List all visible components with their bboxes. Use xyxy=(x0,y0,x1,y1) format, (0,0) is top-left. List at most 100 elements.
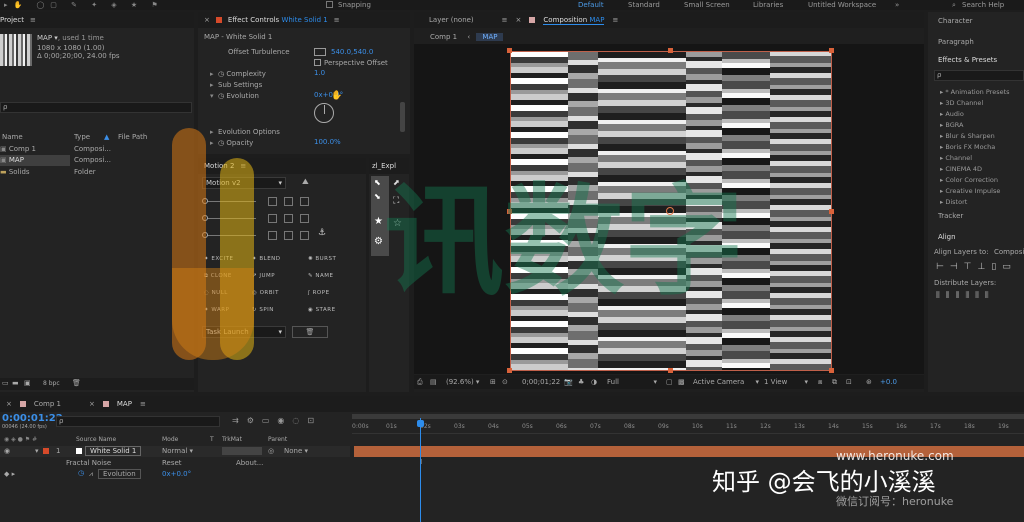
pickwhip-icon[interactable]: ◎ xyxy=(268,447,274,455)
layer-mode-dropdown[interactable]: Normal ▾ xyxy=(162,447,193,455)
fx-category[interactable]: ▸ Boris FX Mocha xyxy=(940,143,995,151)
breadcrumb-comp1[interactable]: Comp 1 xyxy=(430,33,457,41)
burst-button[interactable]: ✺ BURST xyxy=(308,256,336,262)
fx-category[interactable]: ▸ Color Correction xyxy=(940,176,998,184)
panel-menu-icon[interactable]: ≡ xyxy=(140,400,146,408)
stopwatch-icon[interactable]: ◷ xyxy=(218,70,224,78)
about-link[interactable]: About... xyxy=(236,459,263,467)
new-folder-icon[interactable]: ▬ xyxy=(12,379,19,387)
bpc-button[interactable]: 8 bpc xyxy=(43,380,60,387)
reset-exposure-icon[interactable]: ⊛ xyxy=(866,375,872,389)
anchor-center[interactable] xyxy=(284,214,293,223)
fx-category[interactable]: ▸ Audio xyxy=(940,110,964,118)
fx-category[interactable]: ▸ Blur & Sharpen xyxy=(940,132,995,140)
view-options-icon[interactable]: ⧈ xyxy=(818,375,822,389)
timeline-search-input[interactable]: ρ xyxy=(56,416,220,427)
opacity-value[interactable]: 100.0% xyxy=(314,138,341,146)
project-tab[interactable]: Project xyxy=(0,16,24,24)
keyframe-nav-icon[interactable]: ◆ ▸ xyxy=(4,470,15,478)
perspective-checkbox[interactable] xyxy=(314,59,321,66)
fx-category[interactable]: ▸ Creative Impulse xyxy=(940,187,1000,195)
zoom-dropdown[interactable]: (92.6%) ▾ xyxy=(446,375,479,389)
exposure-value[interactable]: +0.0 xyxy=(880,375,897,389)
workspace-small-screen[interactable]: Small Screen xyxy=(684,0,730,10)
workspace-default[interactable]: Default xyxy=(578,0,604,10)
transform-handle[interactable] xyxy=(829,209,834,214)
anchor-top-center[interactable] xyxy=(284,197,293,206)
arrow-ne-icon[interactable]: ⬉ xyxy=(374,178,381,187)
workspace-untitled[interactable]: Untitled Workspace xyxy=(808,0,876,10)
timeline-tab-map[interactable]: MAP xyxy=(117,400,132,408)
flowchart-icon[interactable]: ⧉ xyxy=(832,375,837,389)
graph-icon[interactable]: ⩘ xyxy=(89,470,93,479)
transform-handle[interactable] xyxy=(668,48,673,53)
safe-zones-icon[interactable]: ⊞ xyxy=(490,375,496,389)
align-panel-tab[interactable]: Align xyxy=(938,233,956,241)
property-row[interactable]: ◆ ▸ ◷ ⩘ Evolution 0x+0.0° xyxy=(0,469,350,480)
scrollbar[interactable] xyxy=(400,102,405,132)
property-value[interactable]: 0x+0.0° xyxy=(162,470,191,478)
camera-dropdown[interactable]: Active Camera ▾ xyxy=(693,375,759,389)
composition-tab[interactable]: Composition MAP xyxy=(543,16,605,25)
playhead[interactable] xyxy=(420,418,421,522)
zl-expl-tab[interactable]: zl_Expl xyxy=(372,162,396,170)
offset-value[interactable]: 540.0,540.0 xyxy=(331,48,373,56)
evolution-dial[interactable] xyxy=(314,103,334,123)
transparency-icon[interactable]: ▩ xyxy=(678,375,685,389)
mask-icon[interactable]: ⊙ xyxy=(502,375,508,389)
property-name[interactable]: Evolution xyxy=(98,469,141,479)
snapshot-icon[interactable]: ⎙ xyxy=(417,375,423,389)
project-search-input[interactable]: ρ xyxy=(0,102,192,113)
fx-category[interactable]: ▸ BGRA xyxy=(940,121,963,129)
anchor-bottom-left[interactable] xyxy=(268,231,277,240)
interpret-footage-icon[interactable]: ▭ xyxy=(2,379,9,387)
anchor-mid-right[interactable] xyxy=(300,214,309,223)
arrow-icon[interactable]: ⬊ xyxy=(374,192,381,201)
paragraph-panel-tab[interactable]: Paragraph xyxy=(938,38,974,46)
tracker-panel-tab[interactable]: Tracker xyxy=(938,212,963,220)
layer-name[interactable]: White Solid 1 xyxy=(85,446,142,456)
column-type[interactable]: Type xyxy=(74,133,90,141)
panel-menu-icon[interactable]: ≡ xyxy=(612,16,618,24)
close-icon[interactable]: × xyxy=(6,400,12,408)
fx-category[interactable]: ▸ CINEMA 4D xyxy=(940,165,982,173)
crosshair-icon[interactable] xyxy=(314,48,326,56)
anchor-bottom-center[interactable] xyxy=(284,231,293,240)
close-icon[interactable]: × xyxy=(516,16,522,24)
fast-preview-icon[interactable]: ⊡ xyxy=(846,375,852,389)
name-button[interactable]: ✎ NAME xyxy=(308,273,333,279)
color-icon[interactable]: ♣ xyxy=(578,375,584,389)
current-time[interactable]: 0;00;01;22 xyxy=(522,375,560,389)
panel-menu-icon[interactable]: ≡ xyxy=(502,16,508,24)
transform-handle[interactable] xyxy=(507,48,512,53)
fx-category[interactable]: ▸ 3D Channel xyxy=(940,99,983,107)
gear-icon[interactable]: ⚙ xyxy=(374,236,383,247)
character-panel-tab[interactable]: Character xyxy=(938,17,973,25)
effect-name[interactable]: Fractal Noise xyxy=(66,459,111,467)
transform-handle[interactable] xyxy=(668,368,673,373)
stopwatch-icon[interactable]: ◷ xyxy=(78,469,84,477)
workspace-libraries[interactable]: Libraries xyxy=(753,0,783,10)
delete-icon[interactable]: 🗑 xyxy=(72,379,81,387)
fx-category[interactable]: ▸ * Animation Presets xyxy=(940,88,1010,96)
timeline-tab-comp1[interactable]: Comp 1 xyxy=(34,400,61,408)
view-dropdown[interactable]: 1 View ▾ xyxy=(764,375,808,389)
eye-icon[interactable]: ◉ xyxy=(4,447,10,455)
panel-menu-icon[interactable]: ≡ xyxy=(30,16,36,24)
project-row[interactable]: ▣ Comp 1 Composi... xyxy=(0,144,194,155)
anchor-icon[interactable]: ⚓ xyxy=(318,228,326,238)
workspace-more-icon[interactable]: » xyxy=(895,0,899,10)
project-row-selected[interactable]: ▣ MAP xyxy=(0,155,70,166)
project-row[interactable]: ▬ Solids Folder xyxy=(0,167,194,178)
tool-icons[interactable]: ▸✋ ◯▢ ✎ ✦ ◈ ★ ⚑ xyxy=(4,1,164,9)
stare-button[interactable]: ◉ STARE xyxy=(308,307,336,313)
task-launch-button[interactable]: 🗑 xyxy=(292,326,328,338)
transform-handle[interactable] xyxy=(829,48,834,53)
layer-label-swatch[interactable] xyxy=(43,448,49,454)
anchor-mid-left[interactable] xyxy=(268,214,277,223)
effects-search-input[interactable]: ρ xyxy=(934,70,1024,81)
timeline-timecode[interactable]: 0:00:01:22 xyxy=(2,413,63,424)
new-comp-icon[interactable]: ▣ xyxy=(24,379,31,387)
workspace-standard[interactable]: Standard xyxy=(628,0,660,10)
column-name[interactable]: Name xyxy=(2,133,23,141)
